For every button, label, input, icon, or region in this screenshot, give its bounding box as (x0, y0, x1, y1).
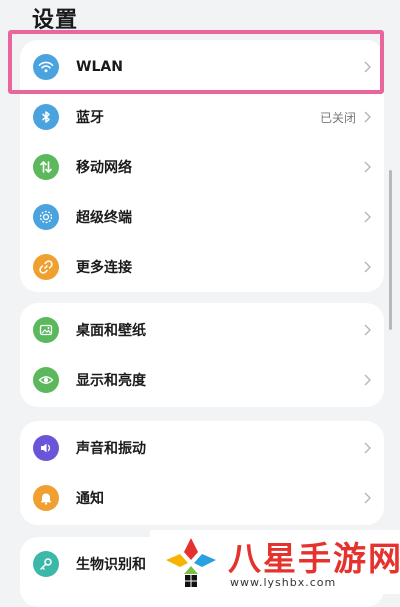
chevron-right-icon (362, 60, 372, 74)
chevron-right-icon (362, 260, 372, 274)
settings-item-label: WLAN (76, 59, 123, 75)
mobile-data-icon (33, 154, 59, 180)
key-icon (33, 551, 59, 577)
more-connections-icon (33, 254, 59, 280)
notification-bell-icon (33, 485, 59, 511)
settings-item-label: 通知 (76, 491, 104, 507)
scrollbar[interactable] (389, 170, 392, 330)
sound-notification-group: 声音和振动 通知 (20, 421, 384, 525)
display-eye-icon (33, 367, 59, 393)
settings-item-label: 桌面和壁纸 (76, 323, 146, 339)
settings-item-more-connections[interactable]: 更多连接 (20, 242, 384, 292)
display-group: 桌面和壁纸 显示和亮度 (20, 303, 384, 407)
settings-item-label: 声音和振动 (76, 441, 146, 457)
chevron-right-icon (362, 160, 372, 174)
settings-item-super-device[interactable]: 超级终端 (20, 192, 384, 242)
settings-item-wallpaper[interactable]: 桌面和壁纸 (20, 305, 384, 355)
chevron-right-icon (362, 491, 372, 505)
super-device-icon (33, 204, 59, 230)
settings-item-notifications[interactable]: 通知 (20, 473, 384, 523)
settings-item-display-brightness[interactable]: 显示和亮度 (20, 355, 384, 405)
site-watermark: 八星手游网 www.lyshbx.com (150, 530, 400, 594)
watermark-logo-icon (166, 538, 216, 588)
settings-item-label: 生物识别和 (76, 557, 146, 573)
chevron-right-icon (362, 441, 372, 455)
settings-item-mobile-network[interactable]: 移动网络 (20, 142, 384, 192)
wifi-icon (33, 54, 59, 80)
connectivity-group: WLAN 蓝牙 已关闭 移动网络 超级终端 更多连接 (20, 40, 384, 292)
watermark-url: www.lyshbx.com (230, 576, 337, 589)
settings-item-sound-vibration[interactable]: 声音和振动 (20, 423, 384, 473)
settings-item-label: 蓝牙 (76, 110, 104, 126)
settings-item-bluetooth[interactable]: 蓝牙 已关闭 (20, 92, 384, 142)
chevron-right-icon (362, 210, 372, 224)
settings-item-label: 超级终端 (76, 210, 132, 226)
settings-item-label: 显示和亮度 (76, 373, 146, 389)
settings-item-wlan[interactable]: WLAN (20, 42, 384, 92)
settings-item-label: 更多连接 (76, 260, 132, 276)
chevron-right-icon (362, 323, 372, 337)
settings-item-label: 移动网络 (76, 160, 132, 176)
sound-icon (33, 435, 59, 461)
bluetooth-status-value: 已关闭 (319, 110, 356, 125)
wallpaper-icon (33, 317, 59, 343)
chevron-right-icon (362, 373, 372, 387)
bluetooth-icon (33, 104, 59, 130)
watermark-title: 八星手游网 (228, 539, 400, 578)
chevron-right-icon (362, 110, 372, 124)
page-title: 设置 (32, 8, 79, 33)
